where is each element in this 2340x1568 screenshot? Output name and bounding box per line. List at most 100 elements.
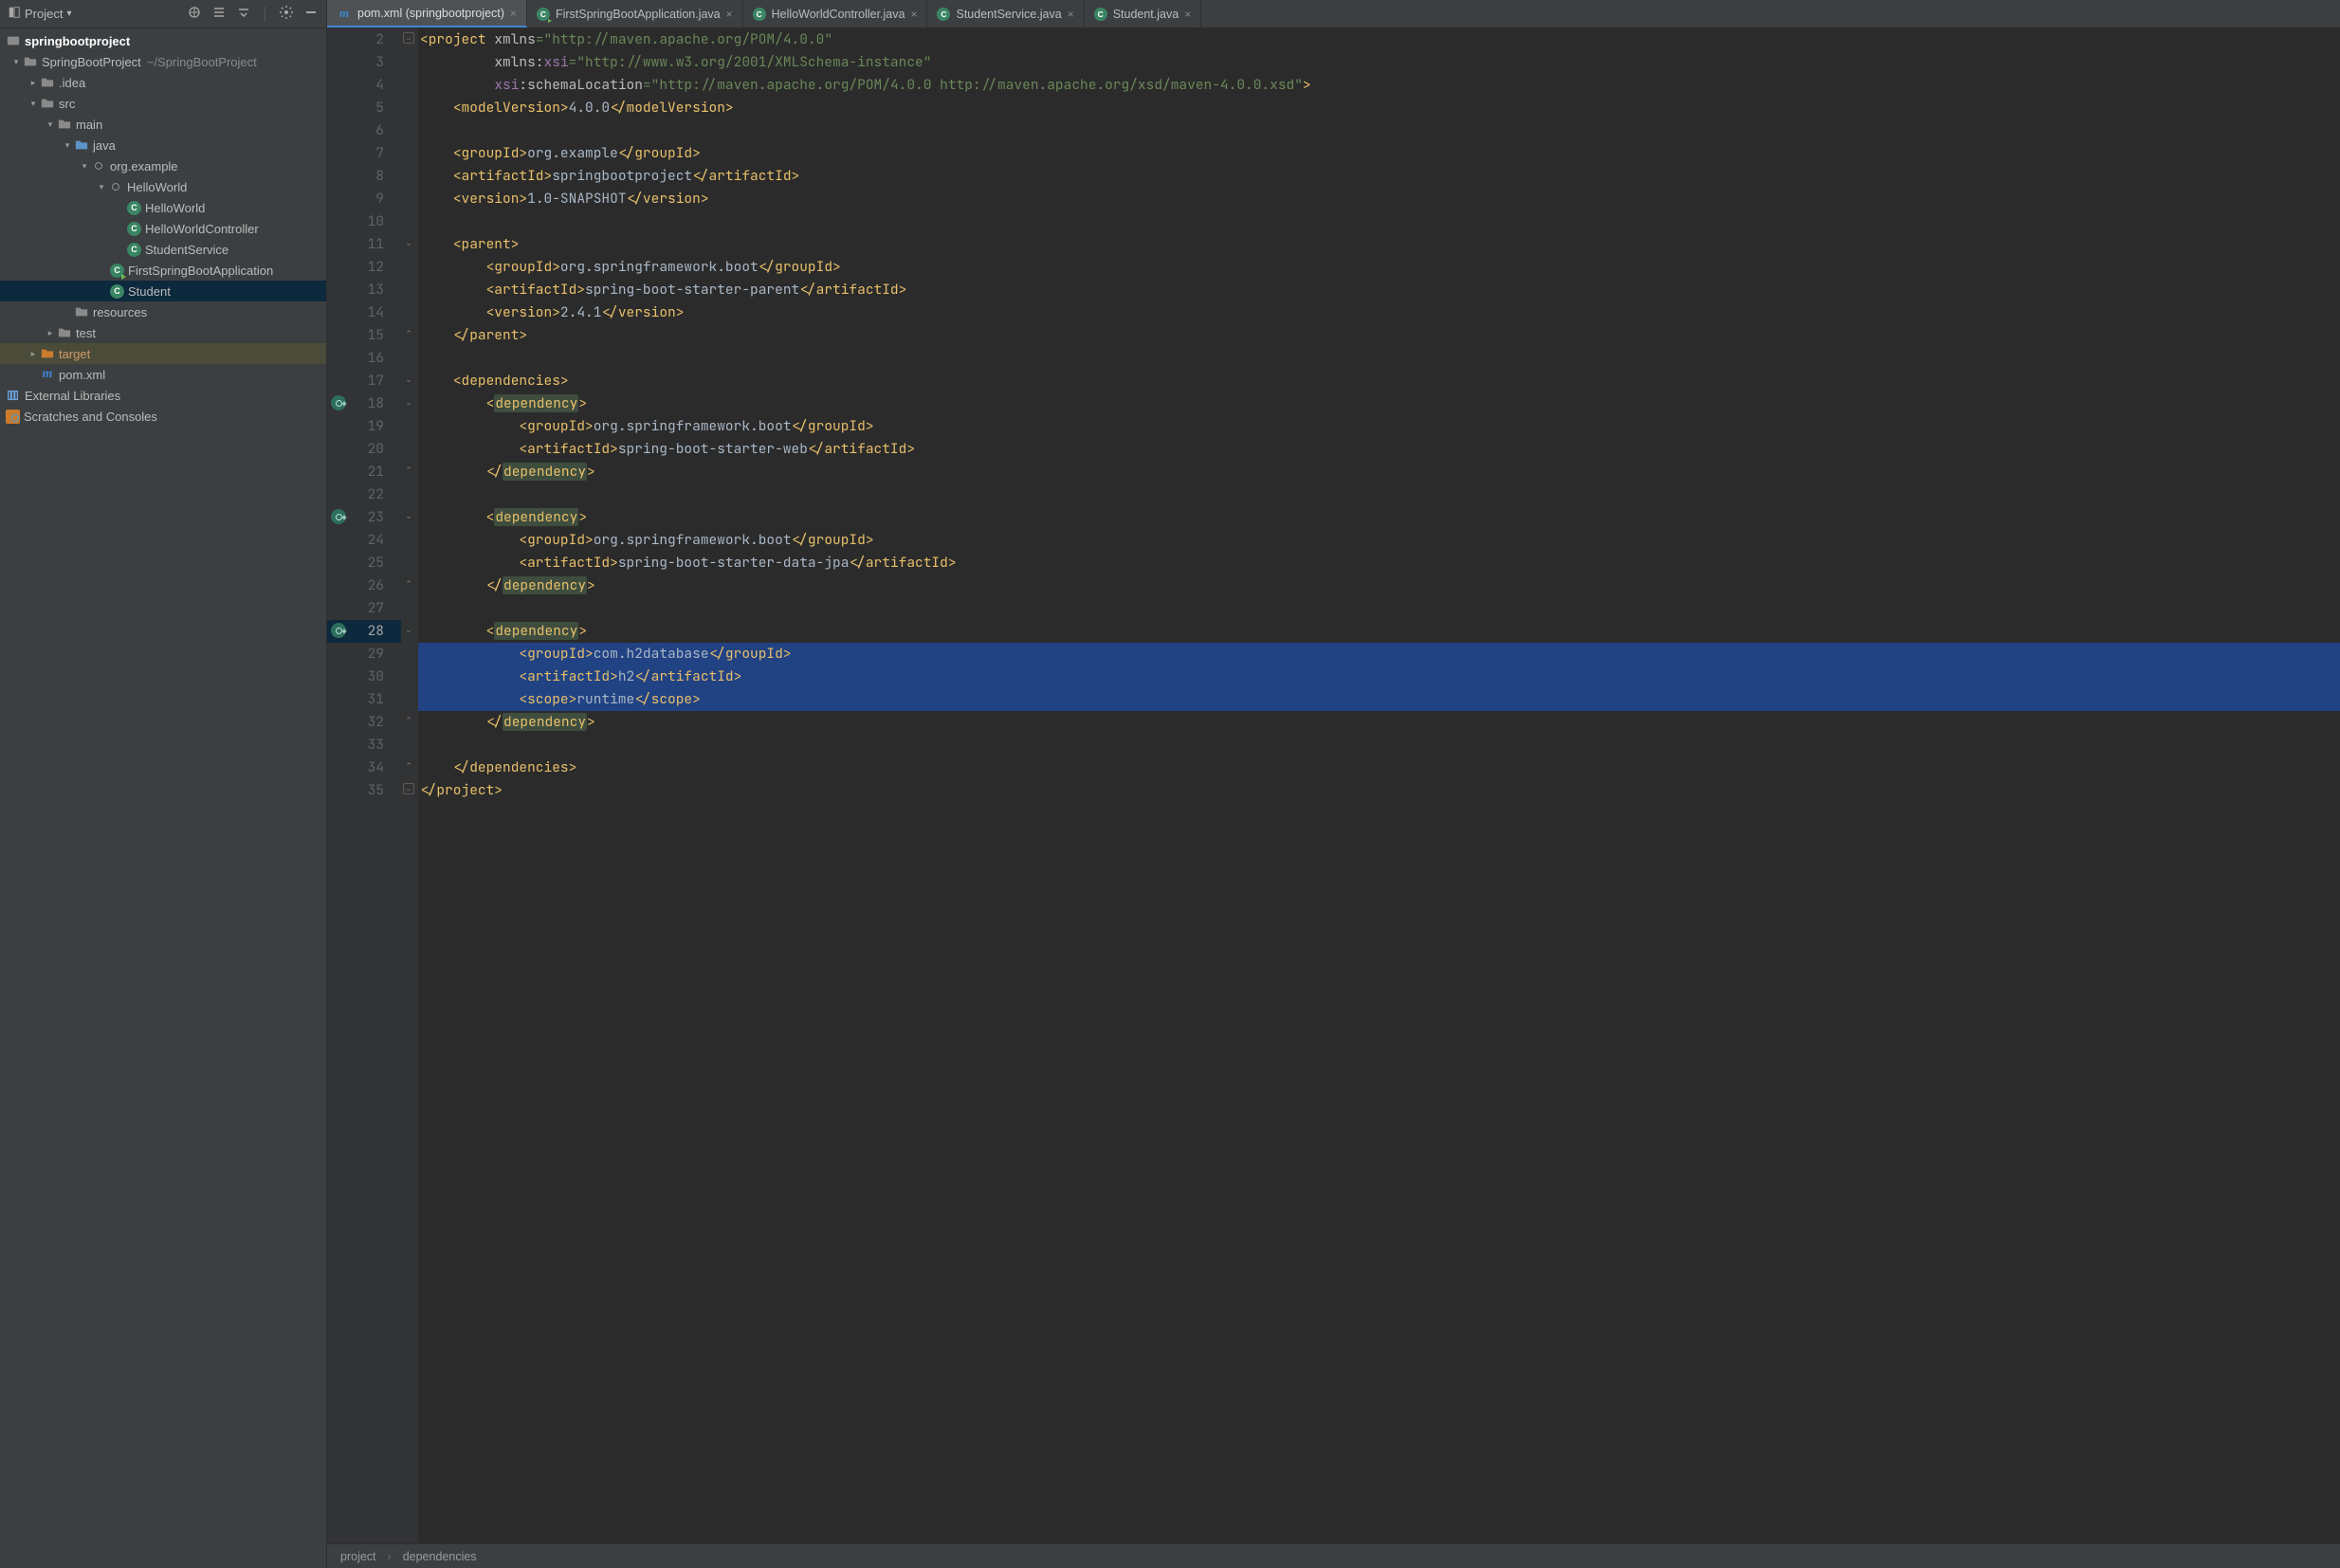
line-number[interactable]: 15 <box>327 324 401 347</box>
tree-hw-package[interactable]: ▾ HelloWorld <box>0 176 326 197</box>
tree-pom[interactable]: m pom.xml <box>0 364 326 385</box>
line-number[interactable]: 11 <box>327 233 401 256</box>
chevron-down-icon[interactable]: ▾ <box>44 119 57 130</box>
fold-close-icon[interactable]: ⌃ <box>403 760 414 772</box>
hide-tool-icon[interactable] <box>303 5 319 23</box>
line-number[interactable]: 26 <box>327 574 401 597</box>
maven-dependency-gutter-icon[interactable] <box>331 395 346 410</box>
breadcrumb-item[interactable]: dependencies <box>403 1550 477 1563</box>
fold-close-icon[interactable]: ⌃ <box>403 715 414 726</box>
tree-class-ss[interactable]: C StudentService <box>0 239 326 260</box>
collapse-all-icon[interactable] <box>236 5 251 23</box>
select-opened-file-icon[interactable] <box>187 5 202 23</box>
tab-app[interactable]: C FirstSpringBootApplication.java × <box>527 0 743 27</box>
tree-root[interactable]: springbootproject <box>0 30 326 51</box>
tree-class-hw[interactable]: C HelloWorld <box>0 197 326 218</box>
line-number[interactable]: 29 <box>327 643 401 665</box>
fold-toggle-icon[interactable]: − <box>403 783 414 794</box>
line-number[interactable]: 21 <box>327 461 401 483</box>
fold-toggle-icon[interactable]: − <box>403 32 414 44</box>
gutter[interactable]: 2 3 4 5 6 7 8 9 10 11 12 13 14 15 16 17 … <box>327 28 401 1543</box>
tree-scratch[interactable]: Scratches and Consoles <box>0 406 326 427</box>
line-number[interactable]: 16 <box>327 347 401 370</box>
tab-hwc[interactable]: C HelloWorldController.java × <box>743 0 928 27</box>
close-tab-icon[interactable]: × <box>910 8 917 21</box>
line-number[interactable]: 12 <box>327 256 401 279</box>
fold-open-icon[interactable]: ⌄ <box>403 624 414 635</box>
close-tab-icon[interactable]: × <box>510 7 517 20</box>
tree-module[interactable]: ▾ SpringBootProject ~/SpringBootProject <box>0 51 326 72</box>
line-number[interactable]: 22 <box>327 483 401 506</box>
fold-open-icon[interactable]: ⌄ <box>403 237 414 248</box>
tree-class-hwc[interactable]: C HelloWorldController <box>0 218 326 239</box>
fold-open-icon[interactable]: ⌄ <box>403 396 414 408</box>
chevron-down-icon[interactable]: ▾ <box>9 57 23 67</box>
expand-all-icon[interactable] <box>211 5 227 23</box>
tab-ss[interactable]: C StudentService.java × <box>927 0 1084 27</box>
line-number[interactable]: 25 <box>327 552 401 574</box>
fold-close-icon[interactable]: ⌃ <box>403 328 414 339</box>
line-number[interactable]: 27 <box>327 597 401 620</box>
maven-dependency-gutter-icon[interactable] <box>331 623 346 638</box>
tree-test[interactable]: ▸ test <box>0 322 326 343</box>
line-number[interactable]: 34 <box>327 757 401 779</box>
tree-extlib[interactable]: External Libraries <box>0 385 326 406</box>
tree-main[interactable]: ▾ main <box>0 114 326 135</box>
fold-open-icon[interactable]: ⌄ <box>403 374 414 385</box>
chevron-right-icon[interactable]: ▸ <box>44 328 57 338</box>
line-number[interactable]: 33 <box>327 734 401 757</box>
tree-class-app[interactable]: C FirstSpringBootApplication <box>0 260 326 281</box>
line-number[interactable]: 10 <box>327 210 401 233</box>
line-number[interactable]: 2 <box>327 28 401 51</box>
fold-close-icon[interactable]: ⌃ <box>403 578 414 590</box>
line-number[interactable]: 13 <box>327 279 401 301</box>
line-number[interactable]: 9 <box>327 188 401 210</box>
line-number[interactable]: 35 <box>327 779 401 802</box>
line-number[interactable]: 8 <box>327 165 401 188</box>
chevron-right-icon[interactable]: ▸ <box>27 349 40 359</box>
maven-dependency-gutter-icon[interactable] <box>331 509 346 524</box>
line-number[interactable]: 32 <box>327 711 401 734</box>
chevron-down-icon[interactable]: ▾ <box>27 99 40 109</box>
tree-resources[interactable]: resources <box>0 301 326 322</box>
chevron-down-icon[interactable]: ▾ <box>61 140 74 151</box>
code-editor[interactable]: <project xmlns="http://maven.apache.org/… <box>418 28 2340 1543</box>
chevron-down-icon[interactable]: ▾ <box>95 182 108 192</box>
settings-gear-icon[interactable] <box>279 5 294 23</box>
tree-src[interactable]: ▾ src <box>0 93 326 114</box>
sidebar-view-dropdown-icon[interactable]: ▾ <box>66 9 71 19</box>
fold-strip[interactable]: − ⌄ ⌃ ⌄ ⌄ ⌃ ⌄ ⌃ ⌄ ⌃ ⌃ − <box>401 28 418 1543</box>
fold-open-icon[interactable]: ⌄ <box>403 510 414 521</box>
line-number[interactable]: 28 <box>327 620 401 643</box>
tree-class-student[interactable]: C Student <box>0 281 326 301</box>
breadcrumb-item[interactable]: project <box>340 1550 376 1563</box>
close-tab-icon[interactable]: × <box>1184 8 1191 21</box>
line-number[interactable]: 20 <box>327 438 401 461</box>
tree-idea[interactable]: ▸ .idea <box>0 72 326 93</box>
line-number[interactable]: 23 <box>327 506 401 529</box>
tree-target[interactable]: ▸ target <box>0 343 326 364</box>
line-number[interactable]: 19 <box>327 415 401 438</box>
fold-close-icon[interactable]: ⌃ <box>403 465 414 476</box>
line-number[interactable]: 17 <box>327 370 401 392</box>
line-number[interactable]: 18 <box>327 392 401 415</box>
line-number[interactable]: 24 <box>327 529 401 552</box>
line-number[interactable]: 4 <box>327 74 401 97</box>
chevron-right-icon[interactable]: ▸ <box>27 78 40 88</box>
tab-student[interactable]: C Student.java × <box>1085 0 1202 27</box>
line-number[interactable]: 14 <box>327 301 401 324</box>
chevron-down-icon[interactable]: ▾ <box>78 161 91 172</box>
line-number[interactable]: 5 <box>327 97 401 119</box>
line-number[interactable]: 7 <box>327 142 401 165</box>
line-number[interactable]: 6 <box>327 119 401 142</box>
line-number[interactable]: 31 <box>327 688 401 711</box>
tab-pom[interactable]: m pom.xml (springbootproject) × <box>327 0 527 27</box>
tree-package[interactable]: ▾ org.example <box>0 155 326 176</box>
close-tab-icon[interactable]: × <box>726 8 733 21</box>
project-tree[interactable]: springbootproject ▾ SpringBootProject ~/… <box>0 28 326 1568</box>
close-tab-icon[interactable]: × <box>1068 8 1074 21</box>
line-number[interactable]: 3 <box>327 51 401 74</box>
line-number[interactable]: 30 <box>327 665 401 688</box>
sidebar-title[interactable]: Project <box>25 7 63 21</box>
tree-java[interactable]: ▾ java <box>0 135 326 155</box>
